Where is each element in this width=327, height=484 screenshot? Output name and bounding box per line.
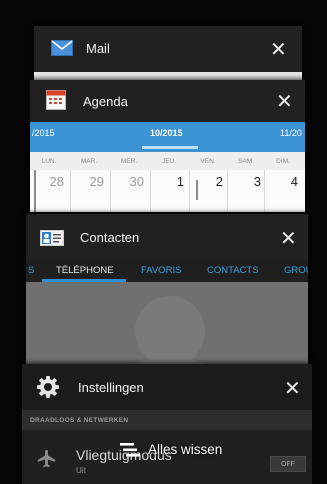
grid-divider (227, 170, 228, 212)
calendar-icon (46, 90, 66, 110)
clear-all-label: Alles wissen (148, 442, 223, 457)
tab-groups-partial[interactable]: S (28, 265, 34, 276)
day-name: LUN. (41, 158, 57, 165)
close-instellingen-button[interactable]: ✕ (284, 378, 301, 398)
date-cell[interactable]: 30 (114, 170, 144, 212)
section-header: DRAADLOOS & NETWERKEN (22, 410, 312, 430)
grid-divider (189, 170, 190, 212)
tab-groups[interactable]: GROU (284, 265, 308, 276)
day-name: JEU. (161, 158, 177, 165)
grid-divider (264, 170, 265, 212)
flight-mode-status: Uit (76, 466, 86, 475)
card-title-agenda: Agenda (83, 94, 128, 109)
airplane-icon (37, 449, 56, 468)
tab-favoris[interactable]: FAVORIS (141, 265, 181, 276)
tab-contacts[interactable]: CONTACTS (207, 265, 259, 276)
date-cell[interactable]: 28 (34, 170, 64, 212)
contact-tabs: S TÉLÉPHONE FAVORIS CONTACTS GROU (26, 260, 308, 282)
card-header-contacten: Contacten ✕ (26, 214, 308, 260)
date-cell[interactable]: 3 (231, 170, 261, 212)
date-cell[interactable]: 4 (268, 170, 298, 212)
day-name: VEN. (200, 158, 216, 165)
avatar-placeholder (135, 296, 205, 366)
day-name: SAM. (238, 158, 254, 165)
close-agenda-button[interactable]: ✕ (276, 91, 293, 111)
gear-icon (37, 376, 59, 398)
tab-telephone[interactable]: TÉLÉPHONE (56, 265, 114, 276)
card-title-contacten: Contacten (80, 230, 140, 245)
recent-apps-screen: Mail ✕ Agenda ✕ /2015 10/2015 11/20 LUN.… (0, 0, 327, 484)
flight-mode-toggle[interactable]: OFF (270, 456, 306, 472)
clear-all-icon (120, 442, 140, 457)
date-cell[interactable]: 29 (74, 170, 104, 212)
card-title-instellingen: Instellingen (78, 380, 144, 395)
month-prev: /2015 (32, 128, 55, 138)
month-next: 11/20 (280, 128, 302, 138)
event-marker (34, 170, 36, 212)
mail-icon (51, 40, 73, 56)
grid-divider (110, 170, 111, 212)
card-header-mail: Mail ✕ (34, 26, 302, 72)
day-name: MAR. (80, 158, 98, 165)
settings-row-flight-mode[interactable]: Vliegtuigmodus Uit OFF (22, 430, 312, 484)
month-indicator (142, 146, 198, 149)
card-header-agenda: Agenda ✕ (30, 80, 305, 122)
recent-card-agenda[interactable]: Agenda ✕ /2015 10/2015 11/20 LUN. MAR. M… (30, 80, 305, 212)
month-current: 10/2015 (150, 128, 183, 138)
close-mail-button[interactable]: ✕ (270, 39, 287, 59)
date-cell[interactable]: 1 (154, 170, 184, 212)
grid-divider (70, 170, 71, 212)
card-header-instellingen: Instellingen ✕ (22, 364, 312, 410)
clear-all-button[interactable]: Alles wissen (120, 442, 222, 457)
day-name: DIM. (276, 158, 290, 165)
day-name: MER. (120, 158, 138, 165)
recent-card-instellingen[interactable]: Instellingen ✕ DRAADLOOS & NETWERKEN Vli… (22, 364, 312, 484)
recent-card-contacten[interactable]: Contacten ✕ S TÉLÉPHONE FAVORIS CONTACTS… (26, 214, 308, 386)
contact-card-icon (40, 230, 64, 246)
grid-divider (150, 170, 151, 212)
day-names-row: LUN. MAR. MER. JEU. VEN. SAM. DIM. (30, 152, 305, 170)
month-strip: /2015 10/2015 11/20 (30, 122, 305, 152)
close-contacten-button[interactable]: ✕ (280, 228, 297, 248)
card-title-mail: Mail (86, 41, 110, 56)
event-marker (196, 180, 198, 200)
